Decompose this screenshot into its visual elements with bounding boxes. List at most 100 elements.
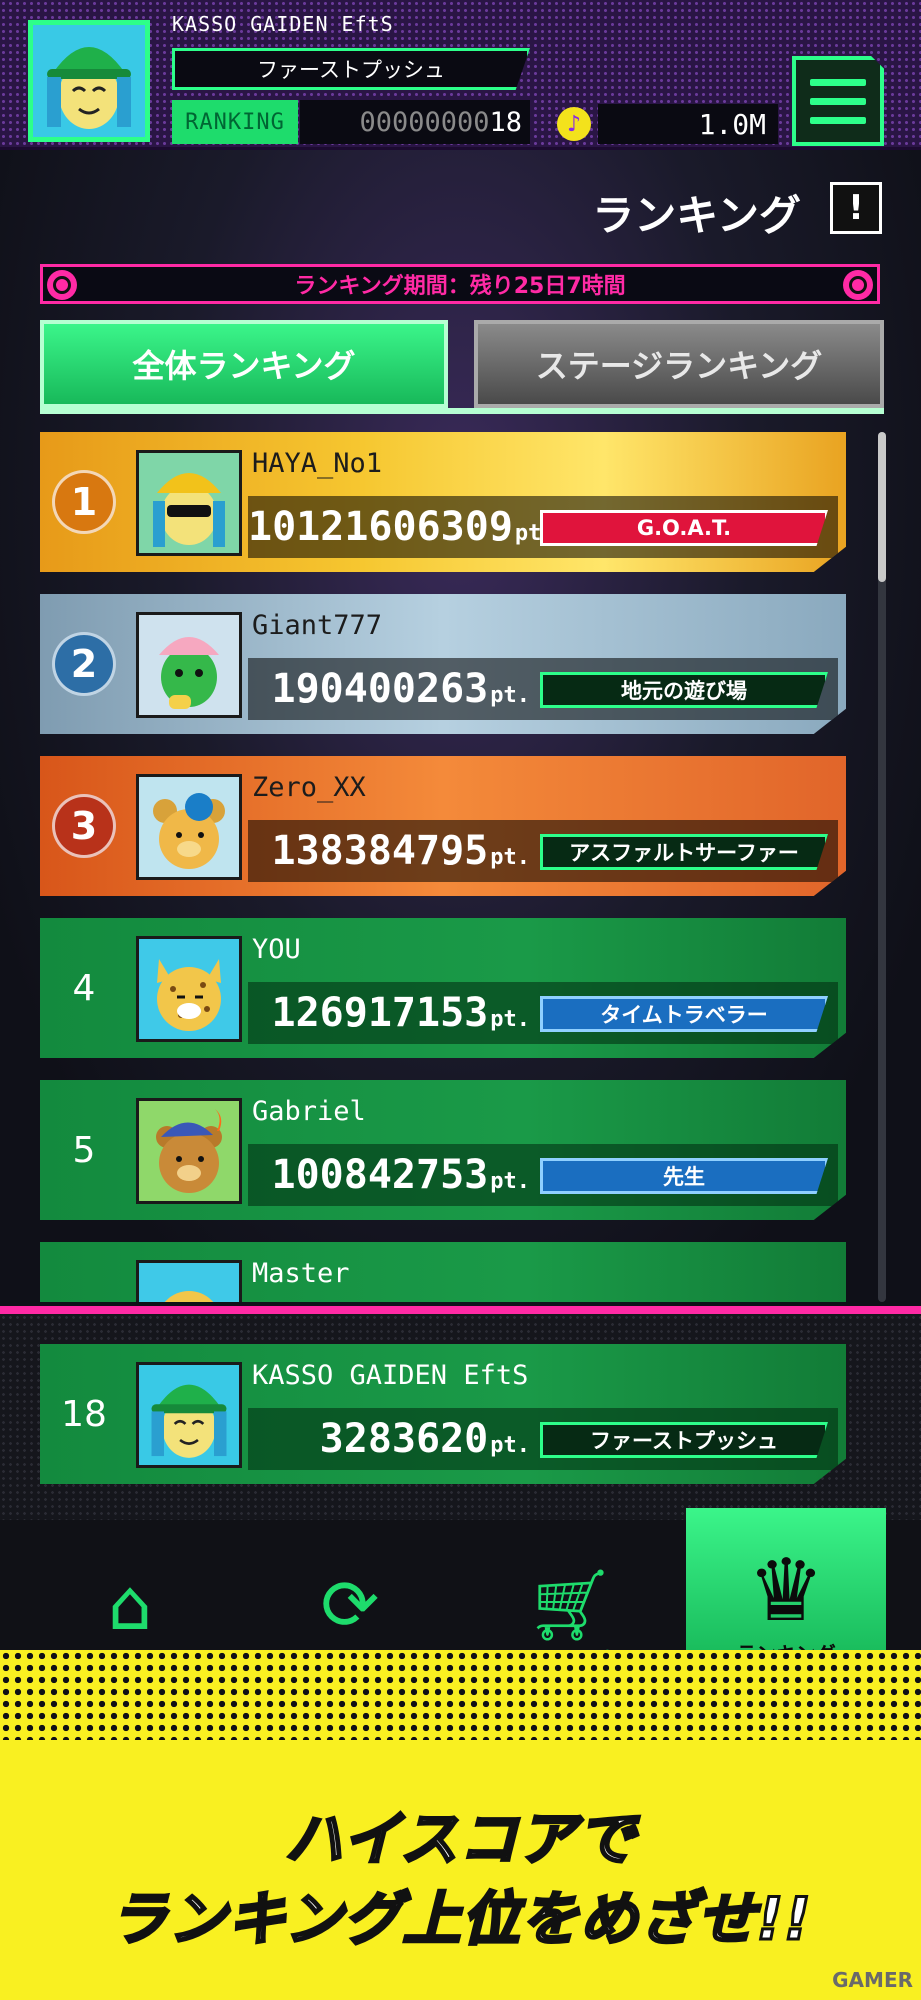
score-panel: 190400263pt. 地元の遊び場 <box>248 658 838 720</box>
ranking-period-text: ランキング期間：残り25日7時間 <box>294 274 626 299</box>
nav-home[interactable]: ⌂ ホーム <box>30 1520 230 1672</box>
nav-ranking[interactable]: ♛ ランキング <box>686 1508 886 1666</box>
player-score: 190400263pt. <box>248 666 531 712</box>
score-panel: 3283620pt. ファーストプッシュ <box>248 1408 838 1470</box>
player-username: Master <box>252 1258 350 1289</box>
promo-headline-2: ランキング上位をめざせ!! <box>108 1884 812 1955</box>
cart-icon: 🛒︎ <box>525 1564 615 1646</box>
player-title-tag: アスファルトサーファー <box>540 834 828 870</box>
player-title-tag: タイムトラベラー <box>540 996 828 1032</box>
avatar-face-icon <box>139 1365 239 1465</box>
rank-badge: 2 <box>52 632 116 696</box>
hamburger-icon-bar <box>810 116 866 124</box>
promo-headline-1: ハイスコアで <box>283 1804 637 1875</box>
self-row-separator <box>0 1306 921 1314</box>
hamburger-icon <box>810 78 866 86</box>
rank-badge: 1 <box>52 470 116 534</box>
player-avatar[interactable] <box>28 20 150 142</box>
score-panel: 100842753pt. 先生 <box>248 1144 838 1206</box>
avatar <box>136 450 242 556</box>
clock-icon <box>843 270 873 300</box>
avatar-partial-icon <box>139 1263 239 1302</box>
score-panel: 10121606309pt. G.O.A.T. <box>248 496 838 558</box>
ranking-row[interactable]: 3 Zero_XX 138384795pt. アスファルトサーファー <box>40 756 846 896</box>
avatar-sunglasses-icon <box>139 453 239 553</box>
avatar <box>136 774 242 880</box>
my-ranking-row[interactable]: 18 KASSO GAIDEN EftS 3283620pt. ファーストプッシ… <box>40 1344 846 1484</box>
player-score: 10121606309pt. <box>248 504 555 550</box>
rank-number: 4 <box>72 967 96 1009</box>
music-note-icon: ♪ <box>557 107 591 141</box>
player-score: 3283620pt. <box>248 1416 530 1462</box>
score-unit: pt. <box>490 845 530 870</box>
home-icon: ⌂ <box>107 1564 153 1646</box>
ranking-value-number: 18 <box>489 106 522 138</box>
tab-overall-ranking[interactable]: 全体ランキング <box>40 320 448 408</box>
avatar-face-icon <box>33 25 145 137</box>
rank-number: 5 <box>72 1129 96 1171</box>
ranking-row[interactable]: 5 Gabriel 100842753pt. 先生 <box>40 1080 846 1220</box>
score-panel: 138384795pt. アスファルトサーファー <box>248 820 838 882</box>
ranking-value: 00000000 18 <box>300 100 530 144</box>
ranking-label: RANKING <box>172 100 298 144</box>
tab-stage-ranking[interactable]: ステージランキング <box>474 320 884 408</box>
score-value: 100842753 <box>271 1152 489 1198</box>
avatar <box>136 1260 242 1302</box>
player-title-tag: 先生 <box>540 1158 828 1194</box>
halftone-pattern <box>0 1650 921 1740</box>
ranking-period-bar: ランキング期間：残り25日7時間 <box>40 264 880 304</box>
score-value: 190400263 <box>271 666 489 712</box>
clock-icon <box>47 270 77 300</box>
promo-banner: ハイスコアで ランキング上位をめざせ!! GAMER <box>0 1650 921 2000</box>
rank-number: 18 <box>61 1393 107 1435</box>
player-username: Zero_XX <box>252 772 366 803</box>
player-score: 100842753pt. <box>248 1152 531 1198</box>
menu-button[interactable] <box>792 56 884 146</box>
page-title: ランキング <box>592 191 801 240</box>
ranking-list[interactable]: 1 HAYA_No1 10121606309pt. G.O.A.T. 2 Gia… <box>0 432 921 1302</box>
player-title-tag: 地元の遊び場 <box>540 672 828 708</box>
player-username: KASSO GAIDEN EftS <box>252 1360 529 1391</box>
bottom-nav: ⌂ ホーム ⟳ ボード 🛒︎ ショップ ♛ ランキング <box>0 1508 921 1672</box>
my-ranking-area: 18 KASSO GAIDEN EftS 3283620pt. ファーストプッシ… <box>0 1314 921 1524</box>
player-title-tag: G.O.A.T. <box>540 510 828 546</box>
player-title-tag: ファーストプッシュ <box>540 1422 828 1458</box>
info-button[interactable]: ! <box>830 182 882 234</box>
scrollbar-thumb[interactable] <box>878 432 886 582</box>
player-username: Giant777 <box>252 610 383 641</box>
player-name: KASSO GAIDEN EftS <box>172 12 394 36</box>
avatar <box>136 1362 242 1468</box>
ranking-row[interactable]: 4 YOU 126917153pt. タイムトラベラー <box>40 918 846 1058</box>
score-value: 10121606309 <box>248 504 513 550</box>
ranking-row[interactable]: 2 Giant777 190400263pt. 地元の遊び場 <box>40 594 846 734</box>
score-value: 138384795 <box>271 828 489 874</box>
avatar <box>136 1098 242 1204</box>
player-title: ファーストプッシュ <box>172 48 530 90</box>
rank-badge: 3 <box>52 794 116 858</box>
ranking-scrollbar[interactable] <box>878 432 886 1302</box>
score-unit: pt. <box>490 1007 530 1032</box>
avatar-bear-icon <box>139 777 239 877</box>
player-username: Gabriel <box>252 1096 366 1127</box>
avatar-cheetah-icon <box>139 939 239 1039</box>
gamer-watermark: GAMER <box>832 1968 913 1992</box>
ranking-row[interactable]: Master <box>40 1242 846 1302</box>
tab-underline <box>40 408 884 414</box>
avatar-frog-icon <box>139 615 239 715</box>
player-score: 138384795pt. <box>248 828 531 874</box>
top-header: KASSO GAIDEN EftS ファーストプッシュ RANKING 0000… <box>0 0 921 150</box>
player-username: YOU <box>252 934 301 965</box>
nav-shop[interactable]: 🛒︎ ショップ <box>470 1520 670 1672</box>
crown-icon: ♛ <box>747 1541 825 1641</box>
skateboard-icon: ⟳ <box>320 1564 380 1646</box>
ranking-row[interactable]: 1 HAYA_No1 10121606309pt. G.O.A.T. <box>40 432 846 572</box>
nav-board[interactable]: ⟳ ボード <box>250 1520 450 1672</box>
score-value: 126917153 <box>271 990 489 1036</box>
player-score: 126917153pt. <box>248 990 531 1036</box>
player-username: HAYA_No1 <box>252 448 383 479</box>
avatar-bear-cap-icon <box>139 1101 239 1201</box>
score-unit: pt. <box>490 1433 530 1458</box>
score-value: 3283620 <box>319 1416 489 1462</box>
score-unit: pt. <box>490 683 530 708</box>
avatar <box>136 612 242 718</box>
